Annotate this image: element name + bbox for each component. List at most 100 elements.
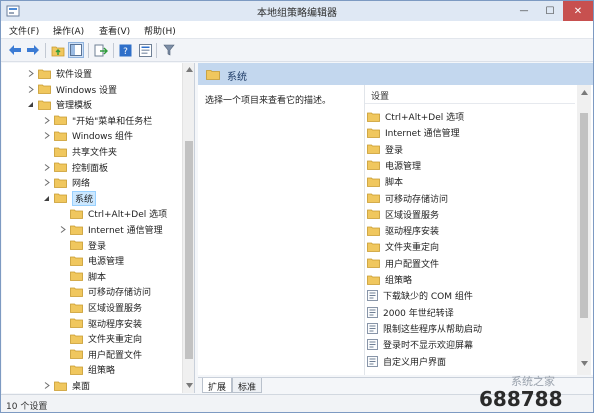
list-item-label: 自定义用户界面 [383,357,447,368]
collapse-chevron-icon[interactable] [42,194,51,203]
help-icon: ? [119,44,131,57]
list-item[interactable]: 2000 年世纪转译 [367,305,454,320]
filter-button[interactable] [161,42,177,58]
forward-arrow-icon [27,45,39,55]
folder-icon [54,162,67,172]
tree-item[interactable]: 网络 [42,175,90,190]
expand-chevron-icon[interactable] [42,381,51,390]
list-scroll-down-arrow[interactable] [580,359,588,367]
scroll-up-icon [580,89,588,95]
folder-icon [367,112,380,122]
close-button[interactable]: ✕ [563,1,593,21]
toolbar: ? [1,39,593,62]
maximize-button[interactable]: ☐ [537,1,563,21]
menu-action[interactable]: 操作(A) [53,24,84,37]
tree-item[interactable]: 控制面板 [42,160,108,175]
tree-item[interactable]: 脚本 [58,269,106,284]
list-item[interactable]: 登录 [367,142,403,157]
list-scroll-thumb[interactable] [580,113,588,318]
expand-chevron-icon[interactable] [42,131,51,140]
tree-item[interactable]: Windows 组件 [42,128,133,143]
expand-chevron-icon[interactable] [42,178,51,187]
tree-item[interactable]: 用户配置文件 [58,347,142,362]
tree-item-label: 共享文件夹 [72,148,118,158]
forward-button[interactable] [25,42,41,58]
folder-icon [367,177,380,187]
column-header-setting[interactable]: 设置 [365,89,575,104]
list-item[interactable]: 可移动存储访问 [367,191,448,206]
expand-chevron-icon[interactable] [42,163,51,172]
policy-setting-icon [367,339,378,351]
tree-item[interactable]: 桌面 [42,378,90,393]
title-bar[interactable]: 本地组策略编辑器 — ☐ ✕ [1,1,593,21]
tree-item[interactable]: Internet 通信管理 [58,222,163,237]
collapse-chevron-icon[interactable] [26,100,35,109]
tree-item[interactable]: 电源管理 [58,253,124,268]
list-item[interactable]: 限制这些程序从帮助启动 [367,321,482,336]
menu-file[interactable]: 文件(F) [9,24,39,37]
expand-chevron-icon[interactable] [42,116,51,125]
settings-list[interactable]: 设置 Ctrl+Alt+Del 选项 Internet 通信管理登录 电源管理 脚本可… [364,85,593,375]
tree-item[interactable]: 软件设置 [26,66,92,81]
list-scrollbar[interactable] [577,85,591,375]
expand-chevron-icon[interactable] [58,225,67,234]
show-hide-tree-button[interactable] [68,42,84,58]
tree-item[interactable]: "开始"菜单和任务栏 [42,113,152,128]
list-item-label: Internet 通信管理 [385,129,460,140]
tree-item[interactable]: 驱动程序安装 [58,316,142,331]
scroll-up-arrow[interactable] [185,65,193,73]
back-button[interactable] [7,42,23,58]
folder-icon [70,365,83,375]
console-tree[interactable]: 软件设置 Windows 设置 管理模板 "开始"菜单和任务栏 Windows 组件共享… [2,63,195,393]
tree-scroll-thumb[interactable] [185,141,193,359]
expand-chevron-icon[interactable] [26,69,35,78]
filter-icon [163,44,175,56]
list-item[interactable]: 登录时不显示欢迎屏幕 [367,337,473,352]
list-scroll-up-arrow[interactable] [580,88,588,96]
tree-item[interactable]: Windows 设置 [26,82,117,97]
tree-item-label: 脚本 [88,272,107,283]
list-item[interactable]: 下载缺少的 COM 组件 [367,288,473,303]
tree-item-label: Ctrl+Alt+Del 选项 [88,210,168,221]
list-item-label: Ctrl+Alt+Del 选项 [385,113,465,123]
tree-item[interactable]: 区域设置服务 [58,300,142,315]
tree-scrollbar[interactable] [182,63,194,393]
list-item-label: 限制这些程序从帮助启动 [383,324,483,335]
help-button[interactable]: ? [117,42,133,58]
tree-item-label: 组策略 [88,366,116,377]
list-item[interactable]: 文件夹重定向 [367,239,439,254]
up-level-button[interactable] [50,42,66,58]
status-text: 10 个设置 [6,402,48,412]
tree-item-label: 区域设置服务 [88,304,143,314]
tree-item[interactable]: 管理模板 [26,97,92,112]
tree-item[interactable]: 组策略 [58,362,115,377]
properties-button[interactable] [137,42,153,58]
list-item[interactable]: 组策略 [367,272,412,287]
menu-view[interactable]: 查看(V) [99,24,130,37]
tree-item[interactable]: 共享文件夹 [42,144,117,159]
tree-item[interactable]: Ctrl+Alt+Del 选项 [58,206,167,221]
list-item[interactable]: Ctrl+Alt+Del 选项 [367,109,464,124]
tree-item[interactable]: 登录 [58,238,106,253]
scroll-down-icon [580,360,588,366]
folder-icon [38,69,51,79]
menu-help[interactable]: 帮助(H) [144,24,176,37]
list-item[interactable]: 区域设置服务 [367,207,439,222]
list-item[interactable]: 自定义用户界面 [367,354,446,369]
list-item[interactable]: 脚本 [367,174,403,189]
list-item[interactable]: 驱动程序安装 [367,223,439,238]
export-list-button[interactable] [93,42,109,58]
minimize-button[interactable]: — [511,1,537,21]
expand-chevron-icon[interactable] [26,85,35,94]
tree-item[interactable]: 文件夹重定向 [58,331,142,346]
scroll-down-arrow[interactable] [185,381,193,389]
tab-extended[interactable]: 扩展 [202,378,233,393]
list-item[interactable]: 用户配置文件 [367,256,439,271]
folder-icon [367,258,380,269]
tab-standard[interactable]: 标准 [232,378,263,393]
list-item[interactable]: 电源管理 [367,158,421,173]
list-item-label: 可移动存储访问 [385,194,449,205]
tree-item[interactable]: 系统 [42,190,97,206]
tree-item[interactable]: 可移动存储访问 [58,284,151,299]
list-item[interactable]: Internet 通信管理 [367,125,460,140]
